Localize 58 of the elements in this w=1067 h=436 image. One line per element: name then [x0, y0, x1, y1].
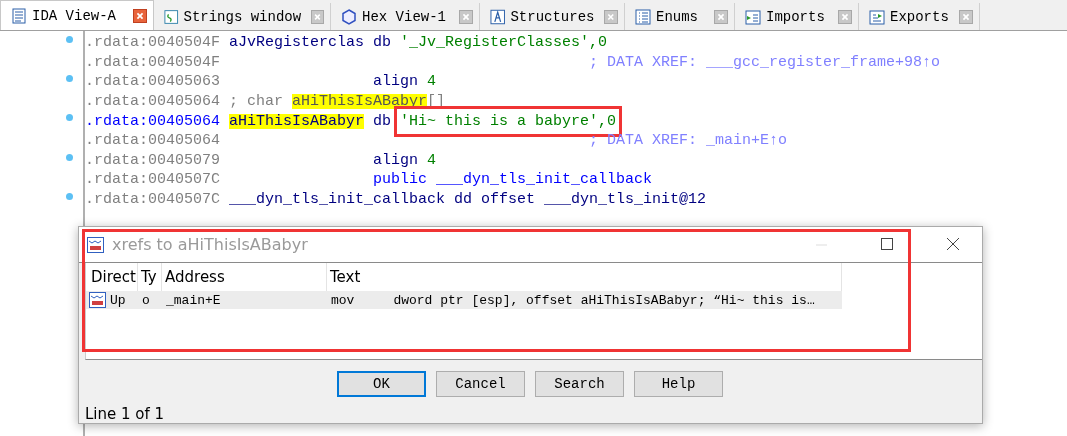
xref-comment: ; DATA XREF: ___gcc_register_frame+98↑o	[589, 54, 941, 70]
close-icon[interactable]	[604, 9, 618, 24]
tab[interactable]: Imports	[735, 3, 859, 30]
table-cell-text: mov dword ptr [esp], offset aHiThisIsABabyr; “Hi~ this is…	[330, 292, 816, 308]
dialog-title: xrefs to aHiThisIsABabyr	[112, 235, 309, 254]
code-text: public ___dyn_tls_init_callback	[373, 172, 653, 188]
status-text: Line 1 of 1	[85, 405, 166, 423]
address: .rdata:00405079	[85, 152, 222, 168]
address: .rdata:00405064	[85, 94, 222, 110]
tab[interactable]: Exports	[859, 3, 980, 30]
table-cell: Up	[110, 292, 126, 308]
code-text: aHiThisIsABabyr	[229, 113, 365, 129]
code-text: ___dyn_tls_init_callback dd offset ___dyn_tls_init@12	[229, 192, 707, 208]
tab-icon	[745, 8, 761, 25]
code-text: aJvRegisterclas db	[229, 35, 393, 51]
dialog-button[interactable]: Help	[634, 371, 723, 397]
close-icon[interactable]	[959, 9, 973, 24]
address: .rdata:0040507C	[85, 192, 222, 208]
code-comment: ; char	[229, 94, 285, 110]
string-literal: 4	[427, 152, 437, 168]
address: .rdata:00405064	[85, 113, 222, 129]
xref-comment: ; DATA XREF: _main+E↑o	[589, 133, 788, 149]
tab[interactable]: Hex View-1	[331, 3, 480, 30]
tab-icon	[11, 7, 27, 24]
close-icon[interactable]	[838, 9, 852, 24]
tab[interactable]: IDA View-A	[0, 0, 154, 30]
close-icon[interactable]	[133, 8, 147, 23]
xref-row[interactable]: Up o _main+E mov dword ptr [esp], offset aHiThisIsABabyr; “Hi~ this is…	[86, 291, 842, 309]
close-icon[interactable]	[459, 9, 473, 24]
tab-icon	[341, 8, 357, 25]
close-icon[interactable]	[311, 9, 324, 24]
tab-icon	[164, 8, 179, 25]
xref-icon	[87, 236, 104, 253]
address: .rdata:0040504F	[85, 54, 222, 70]
tab[interactable]: Strings window	[154, 3, 331, 30]
address: .rdata:0040504F	[85, 35, 222, 51]
code-comment: aHiThisIsABabyr	[292, 94, 428, 110]
tab[interactable]: Enums	[625, 3, 735, 30]
address: .rdata:0040507C	[85, 172, 222, 188]
tab[interactable]: Structures	[480, 3, 625, 30]
dialog-button[interactable]: Cancel	[436, 371, 525, 397]
table-cell-text: _main+E	[165, 292, 222, 308]
code-text: db	[372, 113, 393, 129]
address: .rdata:00405063	[85, 74, 222, 90]
string-literal: '_Jv_RegisterClasses',0	[400, 35, 608, 51]
dialog-button[interactable]: Search	[535, 371, 624, 397]
address: .rdata:00405064	[85, 133, 222, 149]
code-text: align	[373, 152, 420, 168]
tab-icon	[635, 8, 651, 25]
string-literal: 4	[427, 74, 437, 90]
code-text: align	[373, 74, 420, 90]
tab-icon	[869, 8, 885, 25]
dialog-button[interactable]: OK	[337, 371, 426, 397]
close-icon[interactable]	[714, 9, 728, 24]
tab-icon	[490, 8, 506, 25]
xref-icon	[89, 292, 106, 308]
string-literal: 'Hi~ this is a babyre',0	[400, 113, 617, 129]
table-cell-text: o	[141, 292, 151, 308]
